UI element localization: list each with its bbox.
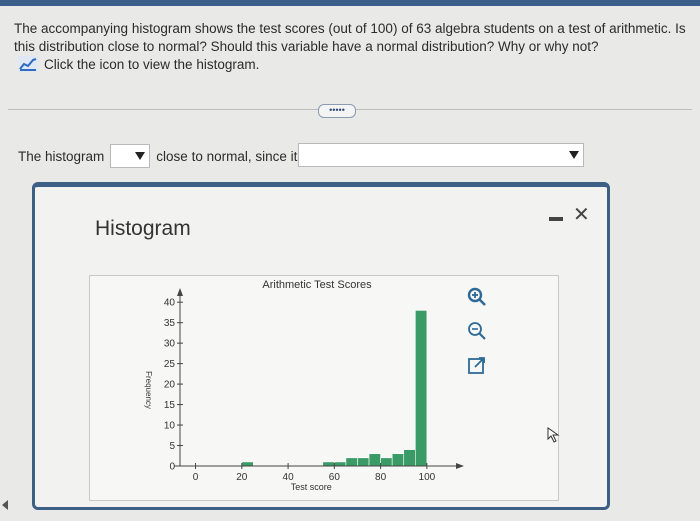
close-icon[interactable]: ✕ (573, 205, 590, 225)
zoom-in-icon[interactable] (467, 287, 487, 307)
y-tick-label: 30 (164, 339, 176, 350)
histogram-bar (403, 449, 416, 467)
y-tick-label: 0 (169, 462, 175, 473)
reason-dropdown[interactable] (298, 143, 584, 167)
chart-title: Arithmetic Test Scores (262, 279, 372, 291)
chevron-down-icon (135, 152, 146, 160)
histogram-bar (391, 453, 405, 467)
histogram-bar (357, 457, 370, 467)
view-histogram-label[interactable]: Click the icon to view the histogram. (44, 57, 259, 72)
external-link-icon[interactable] (467, 355, 487, 375)
x-axis-arrow (456, 463, 464, 469)
bar-chart-icon[interactable] (18, 56, 38, 72)
minimize-icon[interactable] (549, 217, 563, 221)
x-tick-label: 0 (193, 472, 199, 483)
histogram-bar (322, 461, 335, 467)
more-button[interactable]: ••••• (318, 104, 356, 118)
histogram-bar (415, 310, 428, 467)
y-tick-label: 15 (164, 400, 176, 411)
histogram-bar (334, 461, 347, 467)
view-histogram-link[interactable]: Click the icon to view the histogram. (18, 56, 259, 72)
y-axis-arrow (177, 288, 183, 296)
answer-prefix: The histogram (18, 148, 105, 164)
top-accent-bar (0, 0, 700, 6)
y-axis-label: Frequency (144, 371, 153, 409)
mouse-cursor-icon (547, 427, 560, 443)
chart-tools (467, 287, 491, 389)
y-tick-label: 10 (164, 421, 176, 432)
histogram-bar (380, 457, 393, 467)
histogram-dropdown[interactable] (110, 144, 151, 168)
x-tick-label: 20 (236, 472, 248, 483)
y-tick-label: 40 (164, 298, 176, 309)
x-axis-label: Test score (291, 482, 332, 492)
histogram-bar (241, 461, 254, 467)
modal-title: Histogram (95, 217, 191, 240)
answer-sentence: The histogram close to normal, since it … (18, 144, 311, 168)
histogram-bar (345, 457, 358, 467)
y-tick-label: 20 (164, 380, 176, 391)
zoom-out-icon[interactable] (467, 321, 487, 341)
question-text: The accompanying histogram shows the tes… (14, 21, 686, 54)
collapse-arrow-icon[interactable] (2, 500, 8, 510)
x-tick-label: 80 (375, 472, 387, 483)
y-tick-label: 5 (169, 441, 175, 452)
y-tick-label: 35 (164, 318, 176, 329)
histogram-modal: Histogram ✕ Arithmetic Test Scores 0 20 40 6… (32, 182, 610, 510)
histogram-bar (368, 453, 381, 467)
x-tick-label: 100 (419, 472, 436, 483)
chevron-down-icon (569, 151, 579, 159)
y-tick-label: 25 (164, 359, 176, 370)
answer-middle: close to normal, since it is (156, 148, 311, 164)
